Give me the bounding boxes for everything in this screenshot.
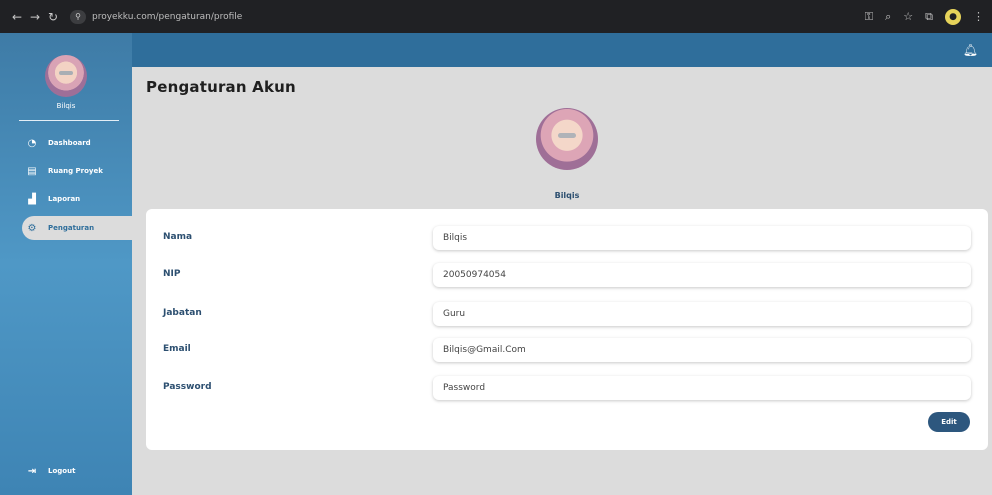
form-row-nama: Nama Bilqis [146,226,988,250]
sidebar-item-pengaturan[interactable]: ⚙ Pengaturan [22,216,132,240]
extensions-icon[interactable]: ⧉ [925,10,933,24]
sidebar-avatar [45,55,87,97]
sidebar-item-laporan[interactable]: ▟ Laporan [22,187,132,211]
sidebar-item-logout[interactable]: ⇥ Logout [22,459,132,483]
sidebar-item-label: Laporan [48,195,81,203]
field-label: Email [163,344,191,354]
field-label: NIP [163,269,181,279]
sidebar-item-ruang-proyek[interactable]: ▤ Ruang Proyek [22,159,132,183]
field-label: Password [163,382,212,392]
gear-icon: ⚙ [27,222,37,234]
sidebar-divider [19,120,119,121]
browser-toolbar: ← → ↻ ⚲ proyekku.com/pengaturan/profile … [0,0,992,33]
zoom-icon[interactable]: ⌕ [885,10,891,24]
field-label: Jabatan [163,308,202,318]
sidebar-item-dashboard[interactable]: ◔ Dashboard [22,131,132,155]
form-row-email: Email Bilqis@Gmail.Com [146,338,988,362]
profile-name: Bilqis [554,191,580,200]
profile-avatar-icon[interactable]: ● [945,8,961,25]
file-icon: ▤ [27,165,37,177]
account-form-card: Nama Bilqis NIP 20050974054 Jabatan Guru… [146,209,988,450]
sidebar: Bilqis ◔ Dashboard ▤ Ruang Proyek ▟ Lapo… [0,33,132,495]
edit-button[interactable]: Edit [928,412,970,432]
address-bar[interactable]: ⚲ proyekku.com/pengaturan/profile [70,7,830,27]
nama-input[interactable]: Bilqis [433,226,971,250]
sidebar-item-label: Pengaturan [48,224,95,232]
browser-menu-icon[interactable]: ⋮ [973,10,984,23]
password-input[interactable]: Password [433,376,971,400]
nip-input[interactable]: 20050974054 [433,263,971,287]
top-bar: 🔔︎ [132,33,992,67]
sidebar-user-name: Bilqis [56,102,76,110]
site-info-icon[interactable]: ⚲ [70,9,86,24]
logout-icon: ⇥ [27,465,37,477]
bookmark-star-icon[interactable]: ☆ [903,10,913,23]
field-label: Nama [163,232,193,242]
form-row-jabatan: Jabatan Guru [146,302,988,326]
jabatan-input[interactable]: Guru [433,302,971,326]
password-key-icon[interactable]: ⚿ [865,10,873,24]
profile-avatar [536,108,598,170]
dashboard-icon: ◔ [27,137,37,149]
page-title: Pengaturan Akun [146,78,296,96]
form-row-password: Password Password [146,376,988,400]
sidebar-item-label: Dashboard [48,139,91,147]
back-arrow-icon[interactable]: ← [8,10,26,24]
email-input[interactable]: Bilqis@Gmail.Com [433,338,971,362]
reload-icon[interactable]: ↻ [44,10,62,24]
forward-arrow-icon[interactable]: → [26,10,44,24]
chart-icon: ▟ [28,193,36,205]
sidebar-item-label: Ruang Proyek [48,167,103,175]
bell-icon[interactable]: 🔔︎ [963,43,978,57]
url-text: proyekku.com/pengaturan/profile [92,11,243,22]
form-row-nip: NIP 20050974054 [146,263,988,287]
sidebar-item-label: Logout [48,467,76,475]
